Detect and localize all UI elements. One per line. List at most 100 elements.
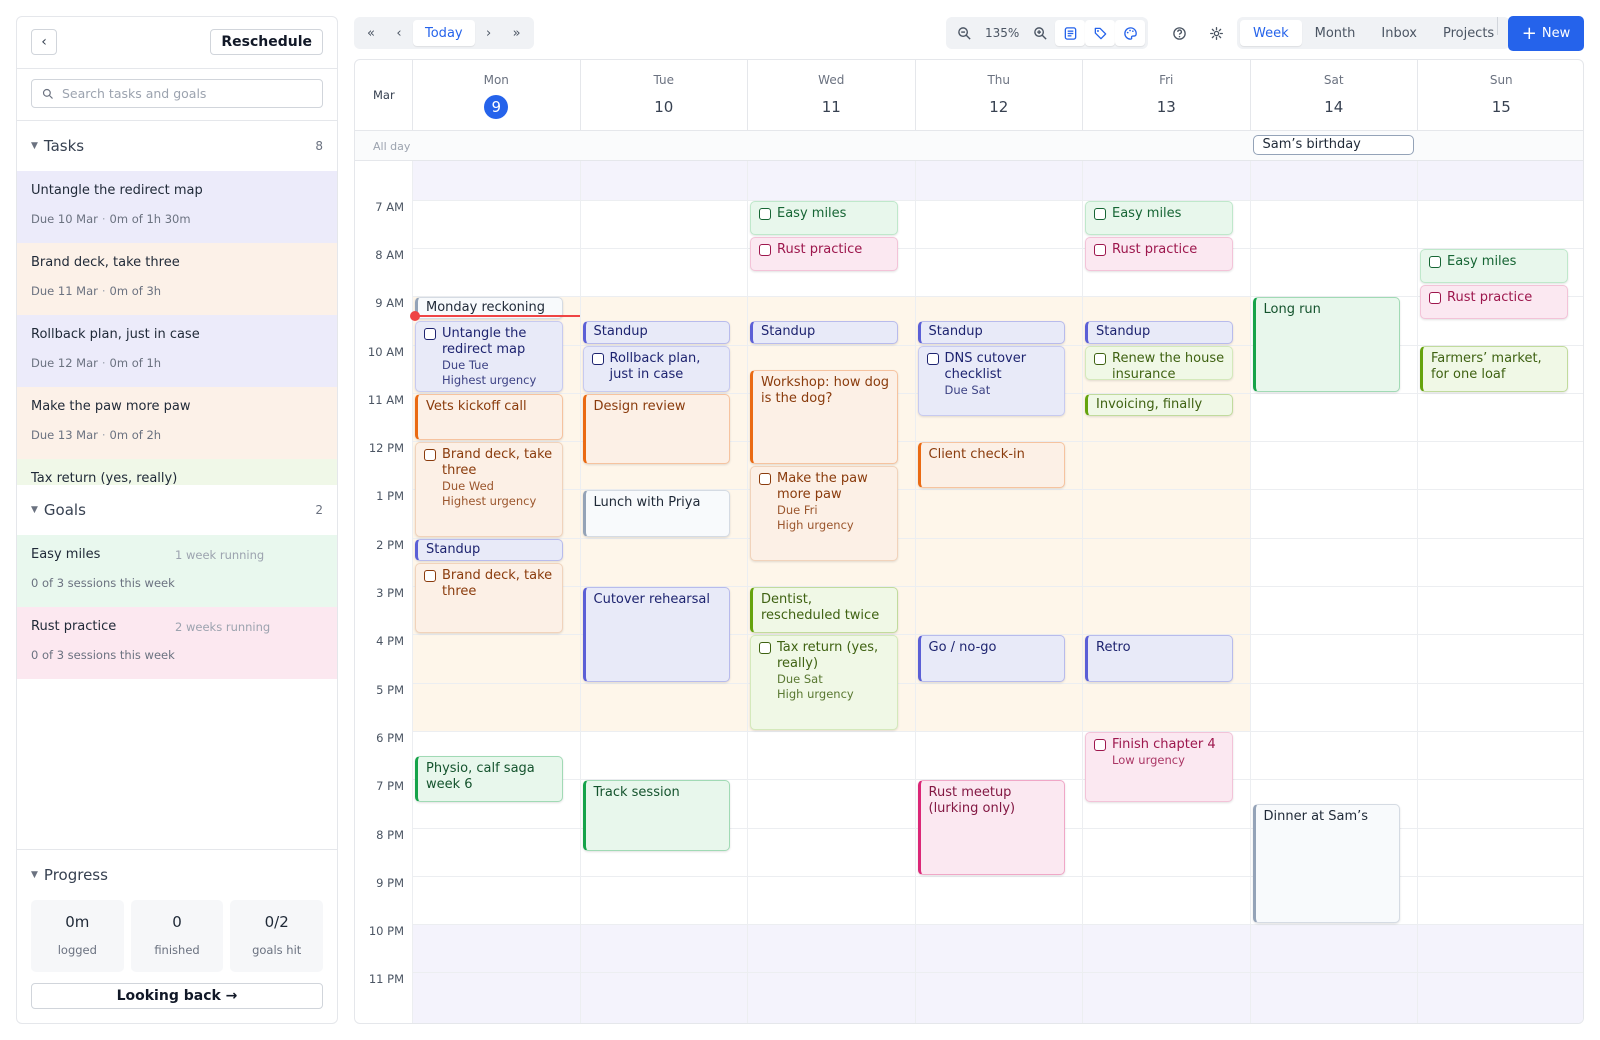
checkbox[interactable] <box>591 352 604 365</box>
calendar-event[interactable]: Physio, calf saga week 6 <box>415 756 563 803</box>
collapse-sidebar-button[interactable]: ‹ <box>31 29 57 55</box>
day-header-sat[interactable]: Sat 14 <box>1249 60 1418 131</box>
tags-toggle-button[interactable] <box>1085 20 1116 46</box>
goals-section-header[interactable]: ▼ Goals 2 <box>17 485 337 535</box>
checkbox[interactable] <box>926 352 939 365</box>
checkbox[interactable] <box>759 473 771 486</box>
task-list-item[interactable]: Brand deck, take three Due 11 Mar · 0m of 3… <box>17 243 337 315</box>
checkbox[interactable] <box>1094 207 1106 220</box>
search-input[interactable] <box>62 86 302 101</box>
jump-back-button[interactable]: « <box>357 20 385 46</box>
checkbox[interactable] <box>1429 292 1441 305</box>
goal-list-item[interactable]: Easy miles 1 week running 0 of 3 sessions … <box>17 535 337 607</box>
checkbox[interactable] <box>759 642 771 655</box>
calendar-event[interactable]: Lunch with Priya <box>582 490 730 537</box>
calendar-event[interactable]: Workshop: how dog is the dog? <box>750 369 898 465</box>
day-of-week: Sat <box>1323 73 1344 87</box>
help-button[interactable] <box>1167 21 1191 45</box>
checkbox[interactable] <box>424 328 436 341</box>
calendar-event[interactable]: Cutover rehearsal <box>582 587 730 682</box>
calendar-event[interactable]: Client check-in <box>917 442 1065 489</box>
calendar-event[interactable]: Farmers’ market, for one loaf <box>1420 345 1568 392</box>
task-list-item[interactable]: Rollback plan, just in case Due 12 Mar · 0m… <box>17 315 337 387</box>
jump-forward-button[interactable]: » <box>503 20 531 46</box>
zoom-out-button[interactable] <box>949 20 979 46</box>
checkbox[interactable] <box>1094 243 1106 256</box>
day-header-sun[interactable]: Sun 15 <box>1417 60 1583 131</box>
settings-button[interactable] <box>1204 21 1228 45</box>
all-day-event[interactable]: Sam’s birthday <box>1252 135 1414 155</box>
calendar-event[interactable]: Long run <box>1252 297 1400 392</box>
tab-week[interactable]: Week <box>1240 20 1302 46</box>
event-title-row: Physio, calf saga week 6 <box>426 761 556 793</box>
previous-week-button[interactable]: ‹ <box>385 20 413 46</box>
checkbox[interactable] <box>1094 352 1106 365</box>
checkbox[interactable] <box>424 569 436 582</box>
task-list-item[interactable]: Untangle the redirect map Due 10 Mar · 0m o… <box>17 171 337 243</box>
checkbox[interactable] <box>759 243 771 256</box>
task-event[interactable]: Finish chapter 4 Low urgency <box>1085 731 1233 803</box>
tab-month[interactable]: Month <box>1302 20 1369 46</box>
event-title: Lunch with Priya <box>593 495 701 511</box>
day-header-mon[interactable]: Mon 9 <box>412 60 580 131</box>
tab-inbox[interactable]: Inbox <box>1368 20 1430 46</box>
colors-toggle-button[interactable] <box>1115 20 1146 46</box>
progress-section-header[interactable]: ▼ Progress <box>17 850 337 900</box>
event-body: Retro <box>1096 640 1131 656</box>
calendar-event[interactable]: Standup <box>1085 321 1233 344</box>
event-title-row: Easy miles <box>759 206 891 222</box>
checkbox[interactable] <box>1429 255 1441 268</box>
calendar-event[interactable]: Standup <box>415 538 563 561</box>
day-header-thu[interactable]: Thu 12 <box>914 60 1083 131</box>
task-event[interactable]: Easy miles <box>750 200 898 235</box>
calendar-event[interactable]: Retro <box>1085 635 1233 682</box>
task-list-item[interactable]: Make the paw more paw Due 13 Mar · 0m of 2h <box>17 387 337 459</box>
calendar-event[interactable]: Standup <box>750 321 898 344</box>
tasks-section-header[interactable]: ▼ Tasks 8 <box>17 121 337 171</box>
task-event[interactable]: Renew the house insurance <box>1085 345 1233 380</box>
task-event[interactable]: Easy miles <box>1420 248 1568 284</box>
task-event[interactable]: DNS cutover checklist Due Sat <box>917 345 1065 416</box>
calendar-event[interactable]: Standup <box>917 321 1065 344</box>
event-body: Farmers’ market, for one loaf <box>1431 351 1561 383</box>
today-button[interactable]: Today <box>413 20 475 46</box>
task-event[interactable]: Rust practice <box>1085 236 1233 272</box>
new-button[interactable]: + New <box>1508 16 1584 51</box>
task-event[interactable]: Rust practice <box>1420 285 1568 320</box>
week-calendar: Mar Mon 9 Tue 10 Wed 11 Thu 12 Fri 13 Sat 14 Sun 15 A… <box>354 59 1584 1024</box>
event-title: Design review <box>593 398 686 414</box>
task-event[interactable]: Make the paw more paw Due Fri High urgency <box>750 466 898 561</box>
task-event[interactable]: Brand deck, take three Due Wed Highest urg… <box>415 442 563 537</box>
next-week-button[interactable]: › <box>475 20 503 46</box>
goal-list-item[interactable]: Rust practice 2 weeks running 0 of 3 sessi… <box>17 607 337 679</box>
task-event[interactable]: Easy miles <box>1085 200 1233 235</box>
calendar-event[interactable]: Dinner at Sam’s <box>1252 804 1400 924</box>
tab-projects[interactable]: Projects <box>1430 20 1507 46</box>
calendar-event[interactable]: Invoicing, finally <box>1085 393 1233 416</box>
search-box[interactable] <box>31 79 323 108</box>
event-title: Rust practice <box>1112 241 1198 257</box>
checkbox[interactable] <box>424 449 436 462</box>
calendar-event[interactable]: Dentist, rescheduled twice <box>750 587 898 634</box>
task-event[interactable]: Untangle the redirect map Due Tue Highest … <box>415 321 563 392</box>
calendar-event[interactable]: Rust meetup (lurking only) <box>917 780 1065 875</box>
task-event[interactable]: Rollback plan, just in case <box>582 345 730 392</box>
task-event[interactable]: Brand deck, take three <box>415 562 563 634</box>
day-header-wed[interactable]: Wed 11 <box>747 60 915 131</box>
calendar-event[interactable]: Track session <box>582 780 730 851</box>
task-event[interactable]: Rust practice <box>750 236 898 272</box>
task-list-item[interactable]: Tax return (yes, really) <box>17 459 337 485</box>
reschedule-button[interactable]: Reschedule <box>210 29 323 55</box>
day-header-tue[interactable]: Tue 10 <box>579 60 748 131</box>
day-header-fri[interactable]: Fri 13 <box>1082 60 1250 131</box>
calendar-event[interactable]: Standup <box>582 321 730 344</box>
calendar-event[interactable]: Design review <box>582 393 730 465</box>
calendar-event[interactable]: Go / no-go <box>917 635 1065 682</box>
calendar-event[interactable]: Vets kickoff call <box>415 393 563 441</box>
details-toggle-button[interactable] <box>1055 20 1086 46</box>
checkbox[interactable] <box>759 207 771 220</box>
looking-back-button[interactable]: Looking back → <box>31 983 323 1009</box>
task-event[interactable]: Tax return (yes, really) Due Sat High urge… <box>750 635 898 730</box>
zoom-in-button[interactable] <box>1025 20 1055 46</box>
checkbox[interactable] <box>1094 738 1106 751</box>
